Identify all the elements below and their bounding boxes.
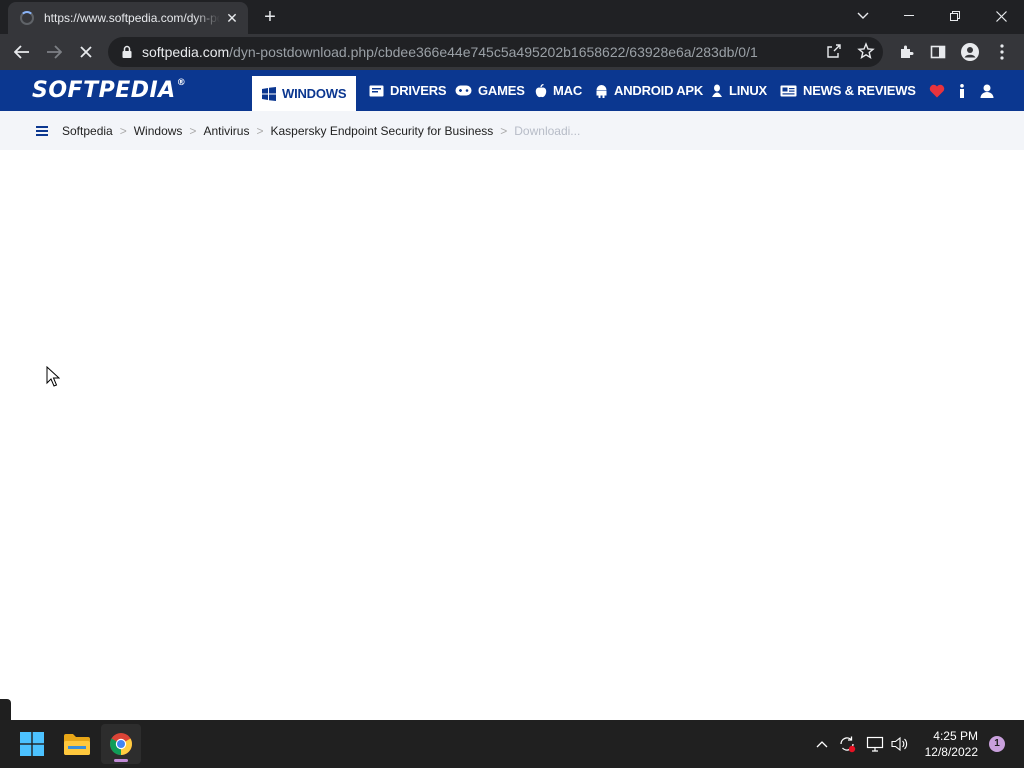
notification-badge[interactable]: 1 [989, 736, 1005, 752]
nav-drivers-label: DRIVERS [390, 83, 447, 98]
breadcrumb-product[interactable]: Kaspersky Endpoint Security for Business [270, 124, 493, 138]
heart-icon[interactable] [929, 70, 945, 111]
info-icon[interactable] [959, 70, 965, 111]
windows-icon [262, 86, 276, 101]
nav-mac-label: MAC [553, 83, 583, 98]
corner-widget[interactable] [0, 699, 11, 720]
logo-registered-mark: ® [176, 78, 187, 88]
user-icon[interactable] [980, 70, 994, 111]
lock-icon[interactable] [120, 45, 134, 59]
breadcrumb-windows[interactable]: Windows [134, 124, 183, 138]
system-clock[interactable]: 4:25 PM 12/8/2022 [925, 728, 978, 760]
tab-title: https://www.softpedia.com/dyn-postdownlo… [44, 11, 220, 25]
stop-loading-button[interactable] [72, 38, 100, 66]
tab-search-icon[interactable] [840, 0, 886, 32]
browser-tab[interactable]: https://www.softpedia.com/dyn-postdownlo… [8, 2, 248, 34]
start-button[interactable] [12, 724, 52, 764]
volume-icon[interactable] [891, 720, 909, 768]
folder-icon [64, 734, 90, 755]
windows-start-icon [20, 732, 44, 756]
breadcrumb-separator: > [500, 123, 508, 138]
nav-linux[interactable]: LINUX [711, 70, 767, 111]
breadcrumb-separator: > [256, 123, 264, 138]
clock-date: 12/8/2022 [924, 745, 978, 759]
newspaper-icon [780, 85, 797, 97]
nav-news[interactable]: NEWS & REVIEWS [780, 70, 916, 111]
close-window-button[interactable] [978, 0, 1024, 32]
breadcrumb-softpedia[interactable]: Softpedia [62, 124, 113, 138]
url-host: softpedia.com [142, 44, 230, 60]
nav-windows[interactable]: WINDOWS [252, 76, 357, 111]
nav-drivers[interactable]: DRIVERS [369, 70, 447, 111]
minimize-button[interactable] [886, 0, 932, 32]
logo-text: SOFTPEDIA [32, 78, 176, 103]
url-path: /dyn-postdownload.php/cbdee366e44e745c5a… [229, 44, 758, 60]
page-content [0, 150, 1024, 720]
taskbar: 4:25 PM 12/8/2022 1 [0, 720, 1024, 768]
hamburger-menu-icon[interactable] [36, 125, 48, 136]
active-app-indicator [114, 759, 128, 762]
nav-games[interactable]: GAMES [455, 70, 525, 111]
loading-spinner-icon [20, 11, 34, 25]
android-icon [595, 84, 608, 98]
softpedia-logo[interactable]: SOFTPEDIA® [32, 78, 186, 103]
breadcrumb-separator: > [119, 123, 127, 138]
new-tab-button[interactable]: + [258, 6, 282, 30]
apple-icon [535, 83, 547, 98]
url-text[interactable]: softpedia.com/dyn-postdownload.php/cbdee… [142, 44, 758, 60]
drivers-icon [369, 85, 384, 97]
restore-button[interactable] [932, 0, 978, 32]
clock-time: 4:25 PM [933, 729, 978, 743]
breadcrumb: Softpedia > Windows > Antivirus > Kasper… [0, 111, 1024, 150]
network-icon[interactable] [866, 720, 884, 768]
tray-overflow-icon[interactable] [816, 720, 828, 768]
address-bar[interactable]: softpedia.com/dyn-postdownload.php/cbdee… [108, 37, 883, 67]
forward-button[interactable] [40, 38, 68, 66]
breadcrumb-separator: > [189, 123, 197, 138]
nav-games-label: GAMES [478, 83, 525, 98]
nav-news-label: NEWS & REVIEWS [803, 83, 916, 98]
file-explorer-button[interactable] [57, 724, 97, 764]
chrome-icon [110, 733, 132, 755]
tab-close-icon[interactable]: ✕ [224, 10, 240, 27]
nav-mac[interactable]: MAC [535, 70, 582, 111]
nav-windows-label: WINDOWS [282, 86, 347, 101]
sync-alert-icon[interactable] [838, 720, 856, 768]
breadcrumb-antivirus[interactable]: Antivirus [203, 124, 249, 138]
profile-icon[interactable] [956, 38, 984, 66]
side-panel-icon[interactable] [924, 38, 952, 66]
nav-android-label: ANDROID APK [614, 83, 704, 98]
extensions-icon[interactable] [892, 38, 920, 66]
back-button[interactable] [8, 38, 36, 66]
nav-linux-label: LINUX [729, 83, 768, 98]
browser-toolbar: softpedia.com/dyn-postdownload.php/cbdee… [0, 34, 1024, 70]
mouse-cursor-icon [46, 366, 60, 387]
menu-kebab-icon[interactable] [988, 38, 1016, 66]
nav-android[interactable]: ANDROID APK [595, 70, 703, 111]
site-header: SOFTPEDIA® WINDOWS DRIVERS GAMES MAC AND… [0, 70, 1024, 111]
gamepad-icon [455, 85, 472, 96]
linux-penguin-icon [711, 84, 723, 98]
breadcrumb-current: Downloadi... [514, 123, 581, 138]
chrome-taskbar-button[interactable] [101, 724, 141, 764]
share-icon[interactable] [825, 42, 843, 60]
bookmark-star-icon[interactable] [857, 42, 875, 60]
tab-strip: https://www.softpedia.com/dyn-postdownlo… [0, 0, 1024, 34]
